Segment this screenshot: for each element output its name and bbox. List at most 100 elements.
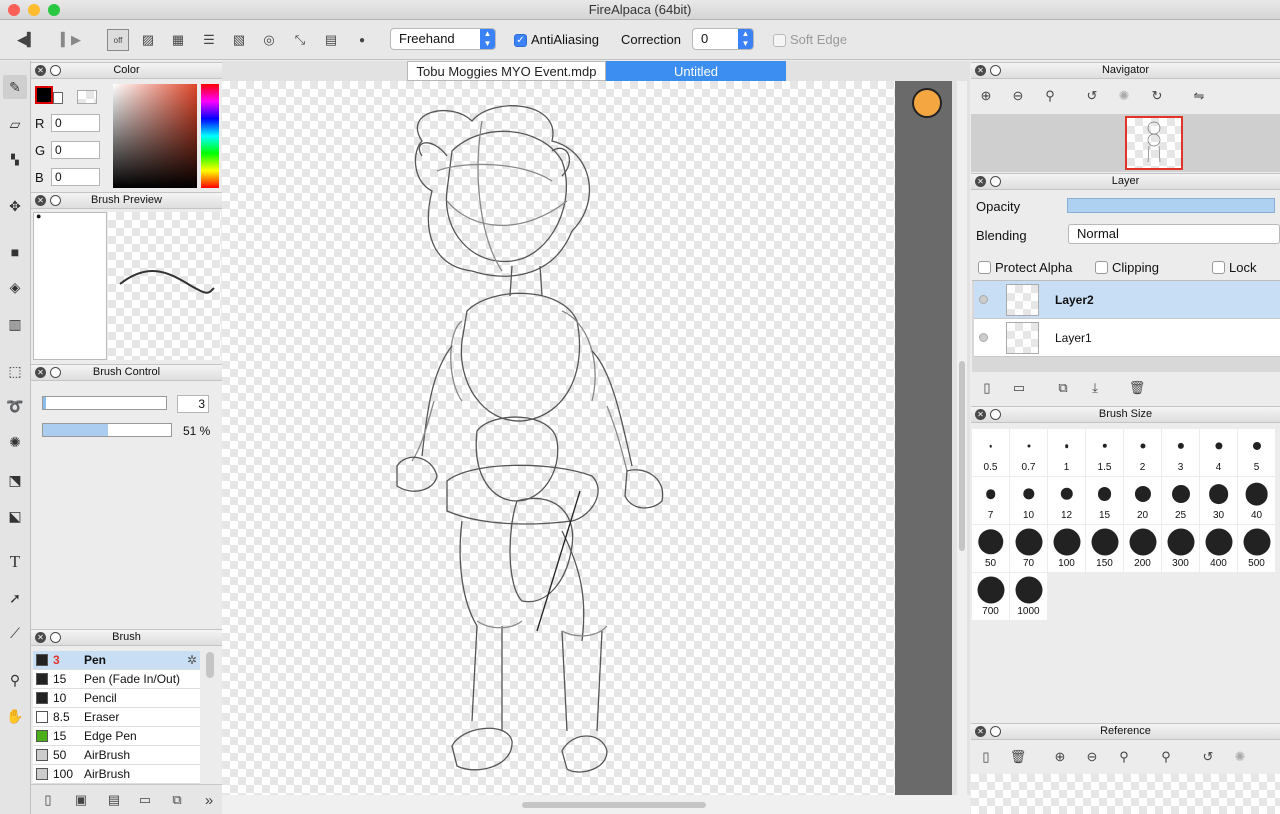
trash-icon[interactable]: 🗑 xyxy=(1127,378,1147,398)
brush-size-cell[interactable]: 12 xyxy=(1048,477,1085,524)
r-field[interactable]: 0 xyxy=(51,114,100,132)
copy-brush-icon[interactable]: ⧉ xyxy=(167,790,187,810)
trash-icon[interactable]: 🗑 xyxy=(1008,747,1028,767)
brush-size-cell[interactable]: 50 xyxy=(972,525,1009,572)
close-icon[interactable]: ✕ xyxy=(35,632,46,643)
brush-size-cell[interactable]: 1.5 xyxy=(1086,429,1123,476)
tab-document[interactable]: Tobu Moggies MYO Event.mdp xyxy=(407,61,606,81)
visibility-icon[interactable] xyxy=(979,333,988,342)
brush-size-cell[interactable]: 40 xyxy=(1238,477,1275,524)
close-icon[interactable]: ✕ xyxy=(975,65,986,76)
detach-icon[interactable] xyxy=(50,65,61,76)
eraser-icon[interactable]: ▱ xyxy=(3,112,27,136)
blending-select[interactable]: Normal xyxy=(1068,224,1280,244)
layer-opacity-slider[interactable] xyxy=(1067,198,1275,213)
fill-rect-icon[interactable]: ■ xyxy=(3,240,27,264)
divide-icon[interactable]: ⟋ xyxy=(3,621,27,645)
snap-off-icon[interactable]: off xyxy=(107,29,129,51)
eyedropper-icon[interactable]: ⚲ xyxy=(1156,747,1176,767)
tab-untitled[interactable]: Untitled xyxy=(606,61,786,81)
open-reference-icon[interactable]: ▯ xyxy=(976,747,996,767)
lock-checkbox[interactable] xyxy=(1212,261,1225,274)
select-eraser-icon[interactable]: ⬕ xyxy=(3,504,27,528)
hue-slider[interactable] xyxy=(201,84,219,188)
eyedropper-icon[interactable]: ⚲ xyxy=(3,668,27,692)
close-icon[interactable]: ✕ xyxy=(35,367,46,378)
brush-size-cell[interactable]: 70 xyxy=(1010,525,1047,572)
redo-icon[interactable]: ▍▶ xyxy=(60,29,82,51)
brush-size-cell[interactable]: 20 xyxy=(1124,477,1161,524)
text-icon[interactable]: T xyxy=(3,550,27,574)
brush-size-cell[interactable]: 1 xyxy=(1048,429,1085,476)
brush-item[interactable]: 3 Pen ✲ xyxy=(33,651,200,670)
close-icon[interactable]: ✕ xyxy=(35,65,46,76)
close-window-button[interactable] xyxy=(8,4,20,16)
brush-size-cell[interactable]: 5 xyxy=(1238,429,1275,476)
saturation-value-picker[interactable] xyxy=(113,84,197,188)
brush-size-cell[interactable]: 2 xyxy=(1124,429,1161,476)
brush-size-cell[interactable]: 150 xyxy=(1086,525,1123,572)
brush-size-field[interactable]: 3 xyxy=(177,395,209,413)
b-field[interactable]: 0 xyxy=(51,168,100,186)
snap-curve-icon[interactable]: ⤡ xyxy=(289,29,311,51)
antialiasing-checkbox[interactable]: ✓ xyxy=(514,34,527,47)
brush-size-cell[interactable]: 25 xyxy=(1162,477,1199,524)
select-pen-icon[interactable]: ⬔ xyxy=(3,468,27,492)
rotate-reset-icon[interactable]: ✺ xyxy=(1114,86,1134,106)
reference-canvas[interactable] xyxy=(971,774,1280,814)
close-icon[interactable]: ✕ xyxy=(975,726,986,737)
new-layer-icon[interactable]: ▯ xyxy=(977,378,997,398)
zoom-reset-icon[interactable]: ⚲ xyxy=(1114,747,1134,767)
close-icon[interactable]: ✕ xyxy=(35,195,46,206)
brush-size-cell[interactable]: 3 xyxy=(1162,429,1199,476)
more-icon[interactable]: » xyxy=(199,790,219,810)
brush-size-cell[interactable]: 200 xyxy=(1124,525,1161,572)
hand-icon[interactable]: ✋ xyxy=(3,704,27,728)
brush-size-cell[interactable]: 300 xyxy=(1162,525,1199,572)
horizontal-scrollbar[interactable] xyxy=(222,795,970,814)
brush-size-cell[interactable]: 30 xyxy=(1200,477,1237,524)
operation-icon[interactable]: ➚ xyxy=(3,586,27,610)
brush-size-cell[interactable]: 0.7 xyxy=(1010,429,1047,476)
zoom-window-button[interactable] xyxy=(48,4,60,16)
duplicate-brush-icon[interactable]: ▣ xyxy=(71,790,91,810)
bucket-icon[interactable]: ◈ xyxy=(3,275,27,299)
dot-icon[interactable]: ▚ xyxy=(3,148,27,172)
snap-lines-icon[interactable]: ☰ xyxy=(198,29,220,51)
protect-alpha-checkbox[interactable] xyxy=(978,261,991,274)
snap-concentric-icon[interactable]: ◎ xyxy=(258,29,280,51)
undo-icon[interactable]: ◀▍ xyxy=(16,29,38,51)
brush-item[interactable]: 10 Pencil xyxy=(33,689,200,708)
detach-icon[interactable] xyxy=(990,176,1001,187)
brush-size-cell[interactable]: 0.5 xyxy=(972,429,1009,476)
brush-item[interactable]: 15 Pen (Fade In/Out) xyxy=(33,670,200,689)
brush-list-scrollbar[interactable] xyxy=(206,652,214,678)
snap-dot-icon[interactable]: ● xyxy=(351,29,373,51)
rotate-left-icon[interactable]: ↺ xyxy=(1082,86,1102,106)
zoom-out-icon[interactable]: ⊖ xyxy=(1082,747,1102,767)
brush-size-cell[interactable]: 7 xyxy=(972,477,1009,524)
correction-select[interactable]: 0 ▲ ▼ xyxy=(692,28,754,50)
brush-size-cell[interactable]: 500 xyxy=(1238,525,1275,572)
pen-icon[interactable]: ✎ xyxy=(3,75,27,99)
brush-item[interactable]: 15 Edge Pen xyxy=(33,727,200,746)
brush-size-cell[interactable]: 10 xyxy=(1010,477,1047,524)
brush-size-cell[interactable]: 4 xyxy=(1200,429,1237,476)
detach-icon[interactable] xyxy=(990,726,1001,737)
drawing-canvas[interactable] xyxy=(222,81,895,795)
vertical-scroll-thumb[interactable] xyxy=(959,361,965,551)
select-icon[interactable]: ⬚ xyxy=(3,359,27,383)
snap-parallel-icon[interactable]: ▨ xyxy=(137,29,159,51)
detach-icon[interactable] xyxy=(990,65,1001,76)
merge-down-icon[interactable]: ⤓ xyxy=(1085,378,1105,398)
zoom-in-icon[interactable]: ⊕ xyxy=(1050,747,1070,767)
zoom-in-icon[interactable]: ⊕ xyxy=(976,86,996,106)
brush-size-cell[interactable]: 1000 xyxy=(1010,573,1047,620)
rotate-left-icon[interactable]: ↺ xyxy=(1198,747,1218,767)
brush-size-cell[interactable]: 700 xyxy=(972,573,1009,620)
snap-3d-icon[interactable]: ▤ xyxy=(320,29,342,51)
brush-size-cell[interactable]: 15 xyxy=(1086,477,1123,524)
visibility-icon[interactable] xyxy=(979,295,988,304)
brush-item[interactable]: 8.5 Eraser xyxy=(33,708,200,727)
folder-icon[interactable]: ▭ xyxy=(135,790,155,810)
